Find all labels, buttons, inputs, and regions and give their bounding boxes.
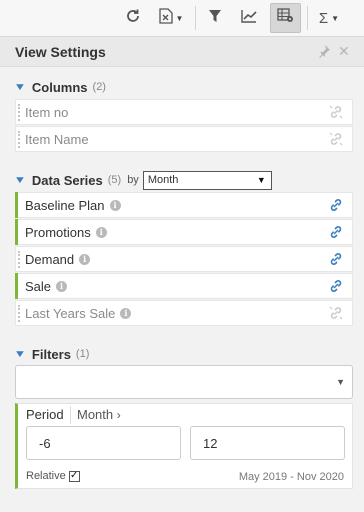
table-settings-button[interactable] xyxy=(270,3,301,33)
chevron-down-icon: ▼ xyxy=(13,174,27,186)
columns-section-header[interactable]: ▼ Columns (2) xyxy=(13,77,106,97)
excel-export-icon xyxy=(158,7,173,29)
list-item-label: Sale xyxy=(25,278,52,294)
section-title: Data Series xyxy=(31,172,103,188)
period-from-input[interactable]: -6 xyxy=(26,426,181,460)
toolbar-divider xyxy=(307,6,308,30)
section-count: (5) xyxy=(107,174,122,186)
unlink-icon[interactable] xyxy=(329,306,343,323)
refresh-icon xyxy=(125,8,141,29)
filters-section-header[interactable]: ▼ Filters (1) xyxy=(13,344,90,364)
link-icon[interactable] xyxy=(329,198,343,215)
list-item-label: Last Years Sale xyxy=(25,305,116,321)
drag-handle[interactable] xyxy=(18,131,20,148)
list-item-label: Item Name xyxy=(25,131,89,147)
list-item[interactable]: Last Years Sale i xyxy=(15,300,353,326)
drag-handle[interactable] xyxy=(18,251,20,268)
period-label: Period xyxy=(26,407,64,422)
line-chart-button[interactable] xyxy=(236,3,262,33)
period-unit-dropdown[interactable]: Month › xyxy=(77,407,121,422)
chevron-down-icon: ▼ xyxy=(336,377,345,387)
unlink-icon[interactable] xyxy=(329,105,343,122)
check-icon: ✓ xyxy=(70,470,79,481)
list-item-label: Item no xyxy=(25,104,69,120)
unlink-icon[interactable] xyxy=(329,132,343,149)
list-item[interactable]: Item no xyxy=(15,99,353,125)
chevron-down-icon: ▼ xyxy=(13,348,27,360)
excel-export-button[interactable]: ▼ xyxy=(155,3,187,33)
relative-checkbox[interactable]: ✓ xyxy=(68,470,80,482)
list-item[interactable]: Item Name xyxy=(15,126,353,152)
chevron-down-icon: ▼ xyxy=(331,13,340,23)
chevron-down-icon: ▼ xyxy=(175,13,184,23)
info-icon[interactable]: i xyxy=(120,307,132,319)
chevron-right-icon: › xyxy=(116,408,121,422)
info-icon[interactable]: i xyxy=(56,280,68,292)
info-icon[interactable]: i xyxy=(95,226,107,238)
line-chart-icon xyxy=(241,9,257,28)
divider xyxy=(70,406,71,424)
close-icon[interactable]: ✕ xyxy=(338,43,350,60)
drag-handle[interactable] xyxy=(18,305,20,322)
relative-label: Relative xyxy=(26,470,66,482)
list-item[interactable]: Sale i xyxy=(15,273,353,299)
sigma-button[interactable]: Σ ▼ xyxy=(313,3,345,33)
list-item-label: Demand xyxy=(25,251,75,267)
list-item-label: Promotions xyxy=(25,224,91,240)
list-item[interactable]: Baseline Plan i xyxy=(15,192,353,218)
pin-icon[interactable] xyxy=(317,44,331,61)
list-item[interactable]: Demand i xyxy=(15,246,353,272)
chevron-down-icon: ▼ xyxy=(256,174,266,185)
date-range-text: May 2019 - Nov 2020 xyxy=(238,471,344,483)
link-icon[interactable] xyxy=(329,225,343,242)
toolbar-divider xyxy=(195,6,196,30)
info-icon[interactable]: i xyxy=(79,253,91,265)
period-unit-label: Month xyxy=(77,407,114,422)
by-label: by xyxy=(127,174,139,186)
select-value: Month xyxy=(147,174,179,186)
data-series-section-header[interactable]: ▼ Data Series (5) by Month ▼ xyxy=(13,170,272,190)
link-icon[interactable] xyxy=(329,252,343,269)
section-title: Columns xyxy=(31,79,88,95)
refresh-button[interactable] xyxy=(120,3,146,33)
period-filter-card: Period Month › -6 12 Relative ✓ May 2019… xyxy=(15,403,353,489)
link-icon[interactable] xyxy=(329,279,343,296)
section-title: Filters xyxy=(31,346,71,362)
input-value: 12 xyxy=(203,435,218,451)
chevron-down-icon: ▼ xyxy=(13,81,27,93)
period-grouping-select[interactable]: Month ▼ xyxy=(142,170,272,190)
relative-toggle[interactable]: Relative ✓ xyxy=(26,470,80,482)
period-to-input[interactable]: 12 xyxy=(190,426,345,460)
drag-handle[interactable] xyxy=(18,104,20,121)
sigma-icon: Σ xyxy=(318,9,329,27)
section-count: (1) xyxy=(75,348,90,360)
filter-button[interactable] xyxy=(202,3,228,33)
info-icon[interactable]: i xyxy=(109,199,121,211)
filter-icon xyxy=(208,9,222,28)
table-settings-icon xyxy=(277,8,294,28)
list-item-label: Baseline Plan xyxy=(25,197,105,213)
filter-select[interactable]: ▼ xyxy=(15,365,353,399)
toolbar: ▼ Σ ▼ xyxy=(0,0,364,37)
section-count: (2) xyxy=(92,81,106,93)
panel-title: View Settings xyxy=(15,44,106,60)
list-item[interactable]: Promotions i xyxy=(15,219,353,245)
panel-header: View Settings ✕ xyxy=(0,37,364,67)
input-value: -6 xyxy=(39,435,51,451)
